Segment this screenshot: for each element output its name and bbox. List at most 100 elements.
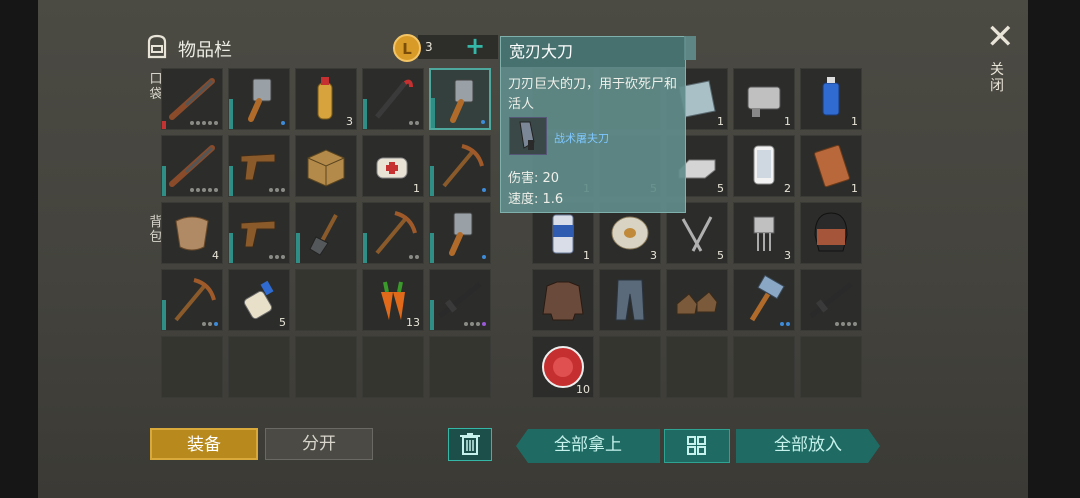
- inventory-slot[interactable]: [161, 68, 223, 130]
- durability-dot: [470, 322, 474, 326]
- put-all-button[interactable]: 全部放入: [736, 429, 880, 463]
- inventory-slot[interactable]: [295, 336, 357, 398]
- durability-dots: [202, 322, 218, 326]
- inventory-slot[interactable]: [800, 269, 862, 331]
- durability-dots: [835, 322, 857, 326]
- damage-stat: 伤害: 20: [508, 171, 560, 186]
- durability-dot: [835, 322, 839, 326]
- inventory-slot[interactable]: 4: [161, 202, 223, 264]
- engine-icon: [747, 86, 781, 117]
- inventory-slot[interactable]: 1: [800, 135, 862, 197]
- equip-button[interactable]: 装备: [150, 428, 258, 460]
- durability-dot: [190, 188, 194, 192]
- inventory-slot[interactable]: [295, 269, 357, 331]
- diary-icon: [814, 144, 850, 188]
- sort-button[interactable]: [664, 429, 730, 463]
- trash-button[interactable]: [448, 428, 492, 461]
- durability-dot: [214, 322, 218, 326]
- item-count: 2: [784, 182, 791, 195]
- inventory-slot[interactable]: 5: [228, 269, 290, 331]
- bottle-icon: [317, 77, 333, 120]
- inventory-slot[interactable]: [429, 68, 491, 130]
- durability-bar: [229, 99, 233, 129]
- inventory-slot[interactable]: 2: [733, 135, 795, 197]
- jacket-icon: [542, 281, 584, 321]
- inventory-slot[interactable]: [429, 269, 491, 331]
- boots-icon: [676, 291, 718, 315]
- inventory-slot[interactable]: 1: [362, 135, 424, 197]
- inventory-slot[interactable]: [362, 336, 424, 398]
- durability-bar: [162, 166, 166, 196]
- durability-dot: [196, 188, 200, 192]
- inventory-slot[interactable]: [228, 68, 290, 130]
- durability-bar: [296, 233, 300, 263]
- inventory-slot[interactable]: [733, 336, 795, 398]
- inventory-slot[interactable]: 10: [532, 336, 594, 398]
- inventory-slot[interactable]: [161, 269, 223, 331]
- durability-dots: [190, 188, 218, 192]
- take-all-button[interactable]: 全部拿上: [516, 429, 660, 463]
- durability-dot: [281, 255, 285, 259]
- item-count: 1: [851, 115, 858, 128]
- inventory-slot[interactable]: [800, 336, 862, 398]
- inventory-slot[interactable]: [362, 202, 424, 264]
- inventory-slot[interactable]: [666, 336, 728, 398]
- inventory-title: 物品栏: [178, 40, 232, 61]
- backpack-icon: [147, 34, 167, 59]
- item-count: 3: [784, 249, 791, 262]
- durability-dot: [269, 255, 273, 259]
- inventory-slot[interactable]: [295, 202, 357, 264]
- inventory-slot[interactable]: [161, 135, 223, 197]
- trash-icon: [460, 433, 480, 455]
- inventory-slot[interactable]: [429, 336, 491, 398]
- grid-icon: [687, 436, 706, 455]
- inventory-slot[interactable]: [228, 202, 290, 264]
- rifle-icon: [809, 282, 853, 318]
- inventory-slot[interactable]: [599, 336, 661, 398]
- durability-dot: [208, 121, 212, 125]
- inventory-slot[interactable]: [362, 68, 424, 130]
- cleaver-icon: [449, 212, 473, 256]
- inventory-slot[interactable]: 1: [800, 68, 862, 130]
- inventory-slot[interactable]: 3: [733, 202, 795, 264]
- durability-dots: [269, 255, 285, 259]
- item-count: 1: [717, 115, 724, 128]
- durability-dot: [202, 188, 206, 192]
- close-label[interactable]: 关闭: [989, 62, 1005, 94]
- durability-dot: [481, 120, 485, 124]
- inventory-slot[interactable]: [429, 135, 491, 197]
- durability-dot: [281, 188, 285, 192]
- item-count: 1: [784, 115, 791, 128]
- durability-dot: [214, 121, 218, 125]
- durability-bar: [363, 233, 367, 263]
- shotgun-icon: [169, 78, 215, 120]
- related-item-icon[interactable]: [509, 117, 547, 155]
- inventory-slot[interactable]: [161, 336, 223, 398]
- inventory-slot[interactable]: [429, 202, 491, 264]
- related-item-name[interactable]: 战术屠夫刀: [554, 130, 609, 146]
- add-coins-button[interactable]: +: [465, 32, 485, 60]
- inventory-slot[interactable]: 1: [733, 68, 795, 130]
- tooltip-title: 宽刃大刀: [501, 37, 685, 67]
- inventory-slot[interactable]: [532, 269, 594, 331]
- durability-dots: [482, 255, 486, 259]
- inventory-slot[interactable]: 13: [362, 269, 424, 331]
- medkit-icon: [376, 157, 408, 179]
- item-count: 5: [279, 316, 286, 329]
- close-icon[interactable]: ✕: [986, 20, 1015, 54]
- inventory-slot[interactable]: [733, 269, 795, 331]
- wire-icon: [611, 216, 649, 250]
- inventory-slot[interactable]: [228, 135, 290, 197]
- durability-dot: [202, 322, 206, 326]
- inventory-slot[interactable]: [599, 269, 661, 331]
- durability-dots: [409, 255, 419, 259]
- split-button[interactable]: 分开: [265, 428, 373, 460]
- pants-icon: [615, 279, 645, 321]
- inventory-slot[interactable]: [800, 202, 862, 264]
- inventory-slot[interactable]: [666, 269, 728, 331]
- inventory-slot[interactable]: [228, 336, 290, 398]
- inventory-slot[interactable]: 3: [295, 68, 357, 130]
- durability-dots: [190, 121, 218, 125]
- inventory-slot[interactable]: [295, 135, 357, 197]
- durability-bar: [363, 99, 367, 129]
